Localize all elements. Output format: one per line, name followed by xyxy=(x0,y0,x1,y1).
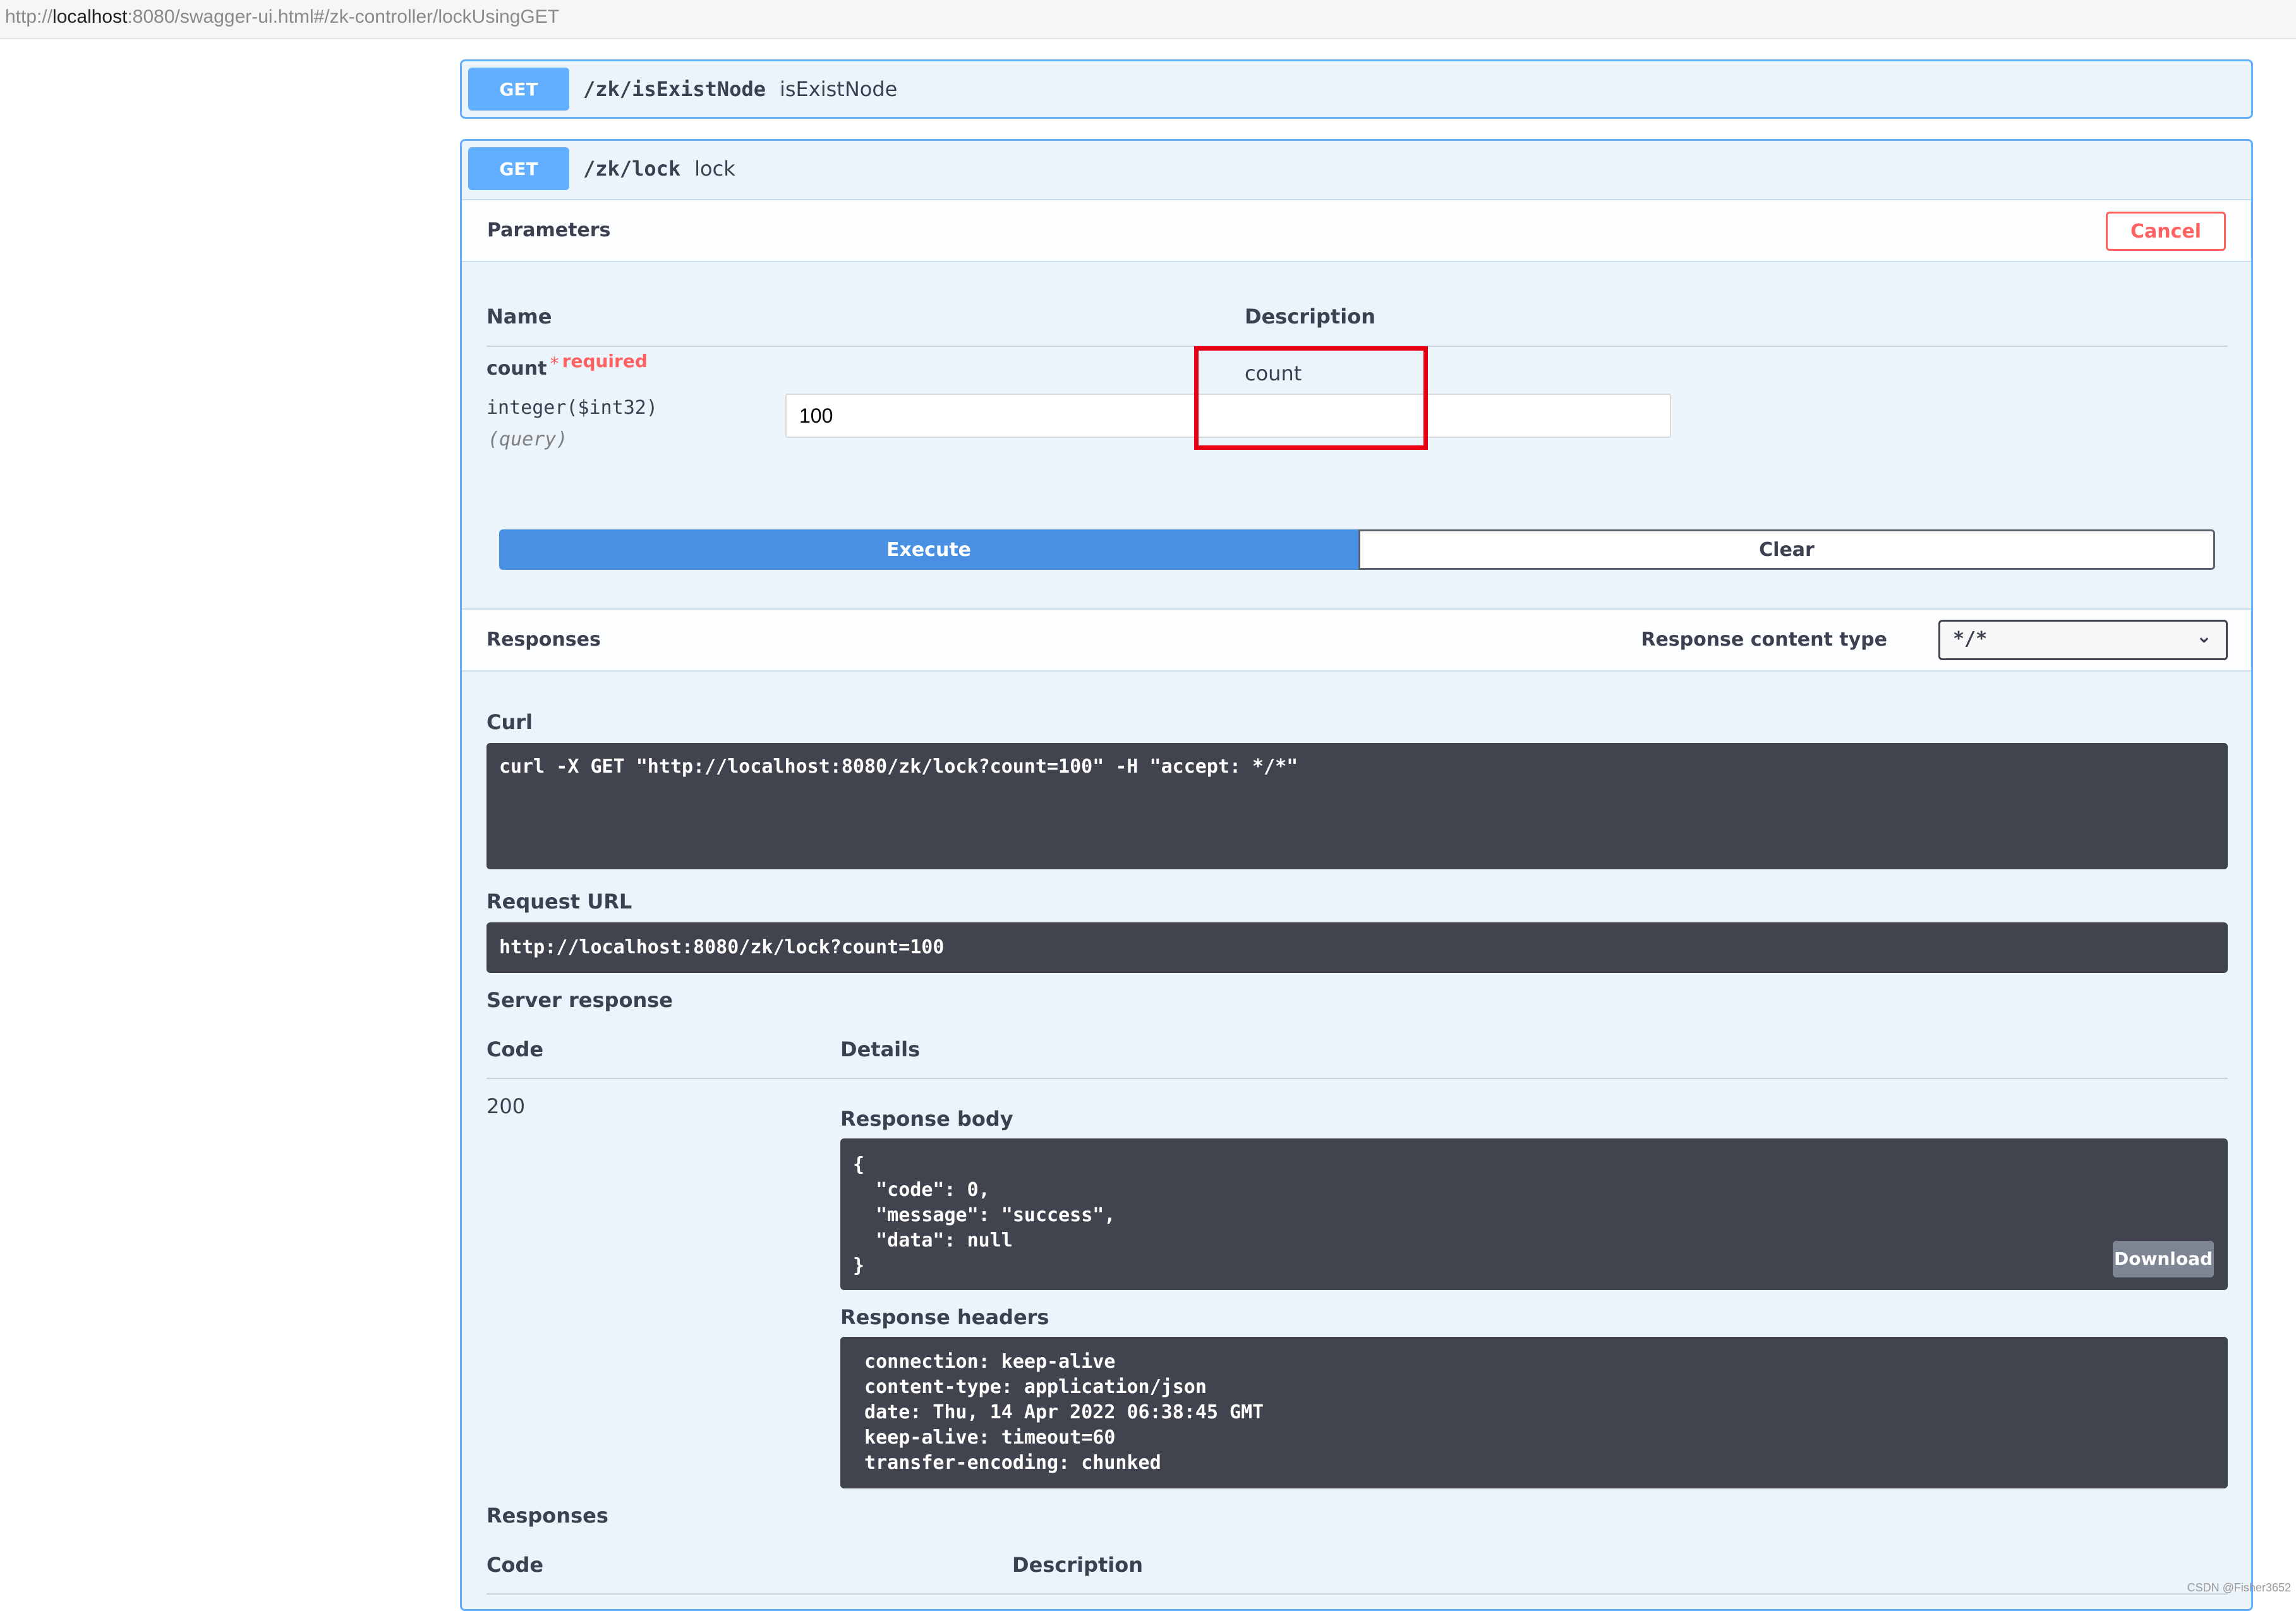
param-name-row: count * required xyxy=(486,351,648,380)
response-headers[interactable]: connection: keep-alive content-type: app… xyxy=(840,1337,2228,1488)
count-input[interactable] xyxy=(785,394,1671,438)
method-badge: GET xyxy=(468,147,569,190)
param-location: (query) xyxy=(488,428,568,450)
watermark: CSDN @Fisher3652 xyxy=(2187,1581,2291,1594)
responses-title: Responses xyxy=(486,629,601,651)
parameters-title: Parameters xyxy=(487,219,611,241)
execute-button[interactable]: Execute xyxy=(499,529,1358,570)
table-divider xyxy=(486,346,2228,347)
operation-summary: isExistNode xyxy=(779,77,898,101)
curl-command[interactable]: curl -X GET "http://localhost:8080/zk/lo… xyxy=(486,743,2228,869)
parameters-header: Parameters Cancel xyxy=(462,199,2251,262)
operation-summary: lock xyxy=(694,157,735,181)
response-body[interactable]: { "code": 0, "message": "success", "data… xyxy=(840,1138,2228,1290)
clear-button[interactable]: Clear xyxy=(1358,529,2215,570)
opblock-summary-lock[interactable]: GET /zk/lock lock xyxy=(462,141,2251,196)
param-name: count xyxy=(486,358,547,380)
operation-path: /zk/lock lock xyxy=(583,157,735,181)
request-url-label: Request URL xyxy=(486,890,632,914)
column-header-description-bottom: Description xyxy=(1012,1553,1143,1577)
column-header-name: Name xyxy=(486,305,552,329)
param-type: integer($int32) xyxy=(486,397,658,419)
required-label: required xyxy=(562,351,648,371)
column-header-code-bottom: Code xyxy=(486,1553,544,1577)
cancel-button[interactable]: Cancel xyxy=(2106,212,2226,251)
response-content-type-select[interactable]: */* ⌄ xyxy=(1938,620,2228,660)
opblock-isexistnode: GET /zk/isExistNode isExistNode xyxy=(460,59,2253,119)
chevron-down-icon: ⌄ xyxy=(2196,625,2212,648)
curl-label: Curl xyxy=(486,710,533,734)
content-type-value: */* xyxy=(1953,628,1988,650)
response-code: 200 xyxy=(486,1094,526,1118)
address-bar[interactable]: http://localhost:8080/swagger-ui.html#/z… xyxy=(0,0,2296,39)
table-divider xyxy=(486,1593,2228,1595)
required-star: * xyxy=(550,353,559,374)
url-text[interactable]: http://localhost:8080/swagger-ui.html#/z… xyxy=(5,6,559,28)
server-response-label: Server response xyxy=(486,988,673,1012)
column-header-description: Description xyxy=(1245,305,1375,329)
response-body-label: Response body xyxy=(840,1107,1013,1131)
download-button[interactable]: Download xyxy=(2113,1241,2214,1277)
opblock-summary-isexistnode[interactable]: GET /zk/isExistNode isExistNode xyxy=(462,61,2251,117)
responses-section-label: Responses xyxy=(486,1504,608,1528)
response-headers-label: Response headers xyxy=(840,1305,1049,1329)
param-description: count xyxy=(1245,361,1302,385)
operation-path: /zk/isExistNode isExistNode xyxy=(583,77,898,101)
column-header-details: Details xyxy=(840,1037,921,1061)
request-url[interactable]: http://localhost:8080/zk/lock?count=100 xyxy=(486,922,2228,973)
content-type-label: Response content type xyxy=(1641,629,1887,651)
column-header-code: Code xyxy=(486,1037,544,1061)
table-divider xyxy=(486,1078,2228,1079)
method-badge: GET xyxy=(468,68,569,111)
